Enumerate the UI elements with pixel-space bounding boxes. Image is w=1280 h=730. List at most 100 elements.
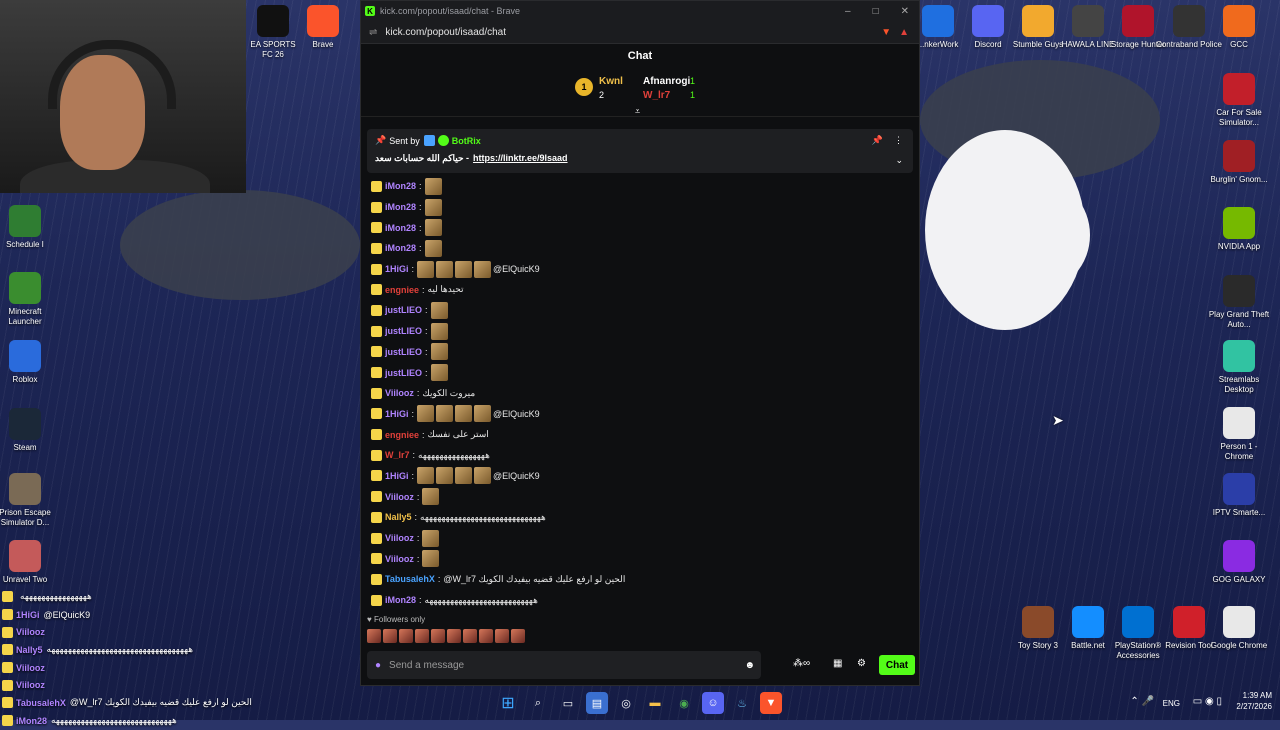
app-icon[interactable] [1223,606,1255,638]
chat-username[interactable]: Nally5 [385,512,412,522]
app-icon[interactable] [1223,5,1255,37]
app-icon[interactable] [9,205,41,237]
chat-emote[interactable] [422,550,440,568]
site-settings-icon[interactable]: ⇌ [369,27,377,38]
desktop-shortcut[interactable]: Steam [0,408,58,453]
chat-message[interactable]: Viilooz: [371,528,911,549]
message-input[interactable]: ● Send a message ☻ [367,651,761,679]
desktop-shortcut[interactable]: Google Chrome [1206,606,1272,651]
app-icon[interactable] [1072,5,1104,37]
search-icon[interactable]: ⌕ [527,692,549,714]
app-icon[interactable] [1173,5,1205,37]
app-icon[interactable] [1122,5,1154,37]
chat-username[interactable]: Viilooz [385,492,414,502]
desktop-shortcut[interactable]: Burglin' Gnom... [1206,140,1272,185]
quick-emote[interactable] [383,629,397,643]
desktop-shortcut[interactable]: GCC [1206,5,1272,50]
chat-emote[interactable] [430,364,448,382]
chat-settings-icon[interactable]: ⚙ [857,658,866,669]
chat-message[interactable]: TabusalehX: @W_lr7 الحين لو ارفع عليك قضي… [371,569,911,590]
task-view-icon[interactable]: ▭ [557,692,579,714]
app-icon[interactable] [1223,540,1255,572]
desktop-shortcut[interactable]: Schedule I [0,205,58,250]
app-icon[interactable] [9,340,41,372]
address-bar[interactable]: ⇌ kick.com/popout/isaad/chat ▼ ▲ [361,21,919,44]
pinned-link[interactable]: https://linktr.ee/9lsaad [473,153,568,164]
language-indicator[interactable]: ENG [1163,698,1180,709]
desktop-shortcut[interactable]: Prison Escape Simulator D... [0,473,58,528]
desktop-shortcut[interactable]: Play Grand Theft Auto... [1206,275,1272,330]
chat-username[interactable]: engniee [385,430,419,440]
app-icon[interactable] [1223,207,1255,239]
app-icon[interactable] [307,5,339,37]
chat-emote[interactable] [424,239,442,257]
pinned-message[interactable]: 📌 Sent by BotRix حياكم الله حسابات سعد -… [367,129,913,173]
chat-message[interactable]: justLIEO: [371,362,911,383]
url-text[interactable]: kick.com/popout/isaad/chat [385,27,506,38]
chat-username[interactable]: engniee [385,285,419,295]
chat-emote[interactable] [417,467,435,485]
app-icon[interactable] [1022,606,1054,638]
quick-emote[interactable] [463,629,477,643]
minimize-icon[interactable]: – [845,6,851,17]
chat-emote[interactable] [422,529,440,547]
desktop-shortcut[interactable]: Roblox [0,340,58,385]
more-options-icon[interactable]: ⋮ [894,135,903,146]
app-icon[interactable] [1173,606,1205,638]
chat-message[interactable]: 1HiGi: @ElQuicK9 [371,404,911,425]
chat-username[interactable]: justLIEO [385,347,422,357]
app-icon[interactable] [1072,606,1104,638]
quick-emote[interactable] [495,629,509,643]
app-icon[interactable] [9,540,41,572]
chat-emote[interactable] [436,260,454,278]
chat-username[interactable]: TabusalehX [385,574,435,584]
app-icon[interactable] [257,5,289,37]
desktop-shortcut[interactable]: IPTV Smarte... [1206,473,1272,518]
browser-titlebar[interactable]: K kick.com/popout/isaad/chat - Brave – □… [361,1,919,21]
chat-emote[interactable] [455,405,473,423]
app-icon[interactable] [1223,407,1255,439]
chat-message[interactable]: iMon28: [371,176,911,197]
chat-username[interactable]: W_lr7 [385,450,410,460]
chat-username[interactable]: iMon28 [385,243,416,253]
chat-username[interactable]: Viilooz [385,388,414,398]
chat-emote[interactable] [430,322,448,340]
network-volume-icons[interactable]: ▭ ◉ ▯ [1193,696,1222,707]
chat-emote[interactable] [417,405,435,423]
send-chat-button[interactable]: Chat [879,655,915,675]
chat-message[interactable]: Viilooz: [371,548,911,569]
chat-message[interactable]: iMon28: [371,238,911,259]
desktop-shortcut[interactable]: Car For Sale Simulator... [1206,73,1272,128]
chat-username[interactable]: iMon28 [385,181,416,191]
chat-message[interactable]: iMon28: [371,197,911,218]
chat-message[interactable]: engniee: تحيدها ليه [371,279,911,300]
chat-emote[interactable] [455,260,473,278]
chat-message[interactable]: Viilooz: ميروت الكويك [371,383,911,404]
desktop-shortcut[interactable]: Person 1 - Chrome [1206,407,1272,462]
chat-message[interactable]: justLIEO: [371,321,911,342]
collapse-chevron-icon[interactable]: ⩡ [635,106,640,117]
chat-username[interactable]: Viilooz [385,533,414,543]
kicks-icon[interactable]: ⁂∞ [793,658,810,669]
brave-icon[interactable]: ▼ [760,692,782,714]
app-icon[interactable] [1022,5,1054,37]
app-icon[interactable] [1223,473,1255,505]
chat-message[interactable]: justLIEO: [371,300,911,321]
system-tray[interactable]: ⌃ 🎤 ENG ▭ ◉ ▯ 1:39 AM 2/27/2026 [1130,690,1272,712]
expand-chevron-icon[interactable]: ⌄ [895,155,903,166]
chat-emote[interactable] [430,343,448,361]
app-icon[interactable] [1223,340,1255,372]
chat-username[interactable]: 1HiGi [385,471,409,481]
chat-emote[interactable] [424,219,442,237]
chat-username[interactable]: justLIEO [385,326,422,336]
chat-emote[interactable] [436,467,454,485]
store-icon[interactable]: ▤ [586,692,608,714]
chat-emote[interactable] [430,301,448,319]
chat-message[interactable]: justLIEO: [371,342,911,363]
chat-emote[interactable] [474,260,492,278]
file-explorer-icon[interactable]: ▬ [644,692,666,714]
chat-emote[interactable] [436,405,454,423]
chat-message[interactable]: Viilooz: [371,486,911,507]
app-icon[interactable]: ◎ [615,692,637,714]
chat-message[interactable]: iMon28: [371,217,911,238]
